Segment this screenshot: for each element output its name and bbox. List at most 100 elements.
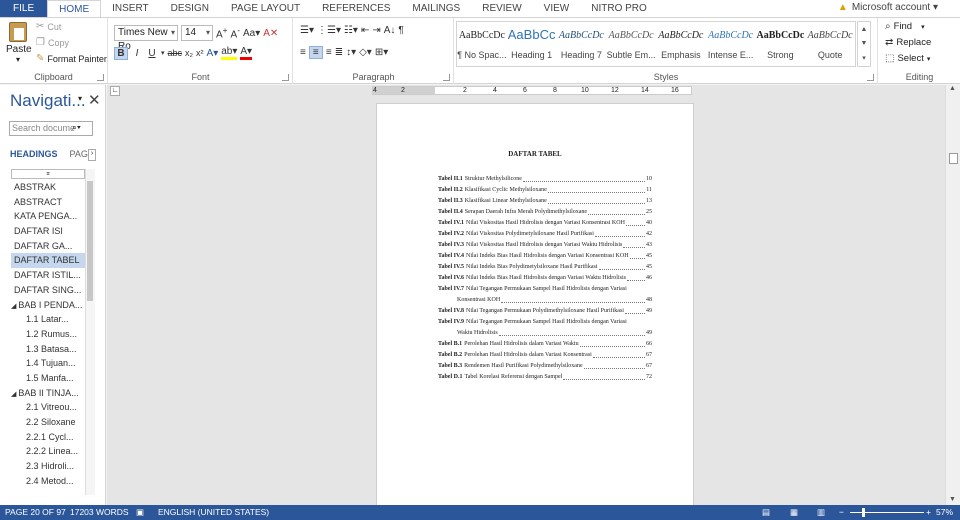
scroll-up-icon[interactable]: ▲	[949, 85, 956, 92]
tab-pages[interactable]: PAG	[70, 149, 88, 159]
clipboard-launcher-icon[interactable]	[97, 74, 104, 81]
font-launcher-icon[interactable]	[282, 74, 289, 81]
align-left-icon[interactable]: ≡	[300, 47, 306, 58]
toc-entry-continuation[interactable]: Waktu Hidrolisis 49	[438, 328, 652, 339]
toc-entry[interactable]: Tabel II.4 Serapan Daerah Infra Merah Pol…	[438, 207, 652, 218]
toc-entry[interactable]: Tabel IV.2 Nilai Viskositas Polydimetylsi…	[438, 229, 652, 240]
text-effects-icon[interactable]: A▾	[207, 48, 219, 59]
italic-button[interactable]: I	[131, 48, 143, 59]
shading-icon[interactable]: ◇▾	[359, 47, 372, 58]
document-scroll-thumb[interactable]	[949, 153, 958, 164]
toc-entry[interactable]: Tabel IV.4 Nilai Indeks Bias Hasil Hidrol…	[438, 251, 652, 262]
copy-button[interactable]: ❐ Copy	[36, 37, 69, 48]
document-scrollbar[interactable]: ▲ ▼	[945, 85, 960, 505]
align-right-icon[interactable]: ≡	[326, 47, 332, 58]
style-heading-1[interactable]: AaBbCc Heading 1	[507, 22, 557, 66]
tab-nitro-pro[interactable]: NITRO PRO	[580, 0, 658, 17]
shrink-font-icon[interactable]: A-	[231, 25, 240, 40]
navigation-scroll-thumb[interactable]	[87, 181, 93, 301]
search-icon[interactable]: ⌕▾	[72, 122, 81, 133]
tab-design[interactable]: DESIGN	[160, 0, 220, 17]
close-icon[interactable]: ✕	[88, 91, 101, 109]
toc-entry[interactable]: Tabel IV.8 Nilai Tegangan Permukaan Polyd…	[438, 306, 652, 317]
tab-home[interactable]: HOME	[47, 0, 102, 17]
chevron-up-icon[interactable]: ▲	[861, 26, 868, 33]
nav-item[interactable]: 2.1 Vitreou...	[11, 400, 85, 415]
nav-item[interactable]: DAFTAR ISTIL...	[11, 268, 85, 283]
toc-entry[interactable]: Tabel II.3 Klasifikasi Linear Methylsilox…	[438, 196, 652, 207]
style-emphasis[interactable]: AaBbCcDc Emphasis	[656, 22, 706, 66]
scroll-down-icon[interactable]: ▼	[949, 496, 956, 503]
change-case-icon[interactable]: Aa▾	[243, 28, 260, 39]
nav-item[interactable]: DAFTAR SING...	[11, 283, 85, 298]
chevron-down-icon[interactable]: ▼	[861, 40, 868, 47]
tab-mailings[interactable]: MAILINGS	[401, 0, 471, 17]
toc-entry[interactable]: Tabel IV.7 Nilai Tegangan Permukaan Sampe…	[438, 284, 652, 295]
increase-indent-icon[interactable]: ⇥	[372, 25, 380, 36]
nav-item[interactable]: DAFTAR ISI	[11, 224, 85, 239]
proofing-icon[interactable]: ▣	[136, 505, 144, 520]
zoom-slider-thumb[interactable]	[862, 508, 865, 517]
style-heading-7[interactable]: AaBbCcDc Heading 7	[557, 22, 607, 66]
toc-entry[interactable]: Tabel D.1 Tabel Korelasi Referensi dengan…	[438, 372, 652, 383]
style-subtle-emphasis[interactable]: AaBbCcDc Subtle Em...	[606, 22, 656, 66]
toc-entry[interactable]: Tabel IV.6 Nilai Indeks Bias Hasil Hidrol…	[438, 273, 652, 284]
justify-icon[interactable]: ≣	[335, 47, 343, 58]
page-count[interactable]: PAGE 20 OF 97	[5, 505, 66, 520]
tab-review[interactable]: REVIEW	[471, 0, 532, 17]
replace-button[interactable]: ⇄ Replace	[885, 37, 931, 48]
tab-file[interactable]: FILE	[0, 0, 48, 17]
tab-headings[interactable]: HEADINGS	[10, 149, 58, 159]
nav-item[interactable]: 2.4 Metod...	[11, 474, 85, 489]
horizontal-ruler[interactable]: 4 2 2 4 6 8 10 12 14 16	[372, 86, 692, 95]
document-page[interactable]: DAFTAR TABEL Tabel II.1 Struktur Methylsi…	[376, 103, 694, 505]
bold-button[interactable]: B	[114, 46, 128, 60]
underline-dropdown-icon[interactable]: ▾	[161, 49, 165, 57]
toc-entry[interactable]: Tabel B.3 Rendemen Hasil Purifikasi Polyd…	[438, 361, 652, 372]
highlight-icon[interactable]: ab▾	[221, 46, 238, 60]
document-area[interactable]: ∟ 4 2 2 4 6 8 10 12 14 16 DAFTAR TABEL T…	[107, 85, 945, 505]
sort-icon[interactable]: A↓	[384, 25, 396, 36]
nav-item[interactable]: 1.4 Tujuan...	[11, 356, 85, 371]
multilevel-list-icon[interactable]: ☷▾	[344, 25, 358, 36]
nav-item[interactable]: ◢ BAB I PENDA...	[11, 298, 85, 313]
language-indicator[interactable]: ENGLISH (UNITED STATES)	[158, 505, 269, 520]
numbering-icon[interactable]: ⋮☰▾	[317, 25, 341, 36]
cut-button[interactable]: ✂ Cut	[36, 21, 61, 32]
nav-item-selected[interactable]: DAFTAR TABEL	[11, 253, 85, 269]
style-intense-emphasis[interactable]: AaBbCcDc Intense E...	[706, 22, 756, 66]
toc-entry[interactable]: Tabel IV.3 Nilai Viskositas Hasil Hidroli…	[438, 240, 652, 251]
toc-entry[interactable]: Tabel IV.5 Nilai Indeks Bias Polydimetyls…	[438, 262, 652, 273]
zoom-level[interactable]: 57%	[936, 505, 953, 520]
show-formatting-icon[interactable]: ¶	[398, 25, 403, 36]
pane-options-icon[interactable]: ▾	[78, 94, 82, 103]
styles-gallery-scroll[interactable]: ▲ ▼ ▾	[857, 21, 871, 67]
decrease-indent-icon[interactable]: ⇤	[361, 25, 369, 36]
nav-item[interactable]: ABSTRAK	[11, 180, 85, 195]
align-center-icon[interactable]: ≡	[308, 46, 323, 59]
style-strong[interactable]: AaBbCcDc Strong	[756, 22, 806, 66]
toc-entry[interactable]: Tabel IV.9 Nilai Tegangan Permukaan Sampe…	[438, 317, 652, 328]
web-layout-icon[interactable]: ▥	[817, 505, 825, 520]
nav-item[interactable]: DAFTAR GA...	[11, 239, 85, 254]
toc-entry-continuation[interactable]: Konsentrasi KOH 48	[438, 295, 652, 306]
toc-entry[interactable]: Tabel B.1 Perolehan Hasil Hidrolisis dala…	[438, 339, 652, 350]
nav-item[interactable]: 1.1 Latar...	[11, 312, 85, 327]
bullets-icon[interactable]: ☰▾	[300, 25, 314, 36]
underline-button[interactable]: U	[146, 48, 158, 59]
nav-item[interactable]: 1.5 Manfa...	[11, 371, 85, 386]
line-spacing-icon[interactable]: ↕▾	[346, 47, 356, 58]
nav-item[interactable]: KATA PENGA...	[11, 209, 85, 224]
nav-item[interactable]: ◢ BAB II TINJA...	[11, 386, 85, 401]
nav-item[interactable]: 2.3 Hidroli...	[11, 459, 85, 474]
find-button[interactable]: ⌕ Find ▾	[885, 21, 925, 32]
account-menu[interactable]: ▲ Microsoft account ▾	[838, 2, 938, 13]
collapse-all-icon[interactable]: ⌅	[11, 169, 85, 179]
borders-icon[interactable]: ⊞▾	[375, 47, 388, 58]
style-no-spacing[interactable]: AaBbCcDc ¶ No Spac...	[457, 22, 507, 66]
tab-references[interactable]: REFERENCES	[311, 0, 401, 17]
style-quote[interactable]: AaBbCcDc Quote	[805, 22, 855, 66]
chevron-right-icon[interactable]: ›	[88, 149, 96, 161]
toc-entry[interactable]: Tabel IV.1 Nilai Viskositas Hasil Hidroli…	[438, 218, 652, 229]
more-styles-icon[interactable]: ▾	[862, 54, 866, 62]
